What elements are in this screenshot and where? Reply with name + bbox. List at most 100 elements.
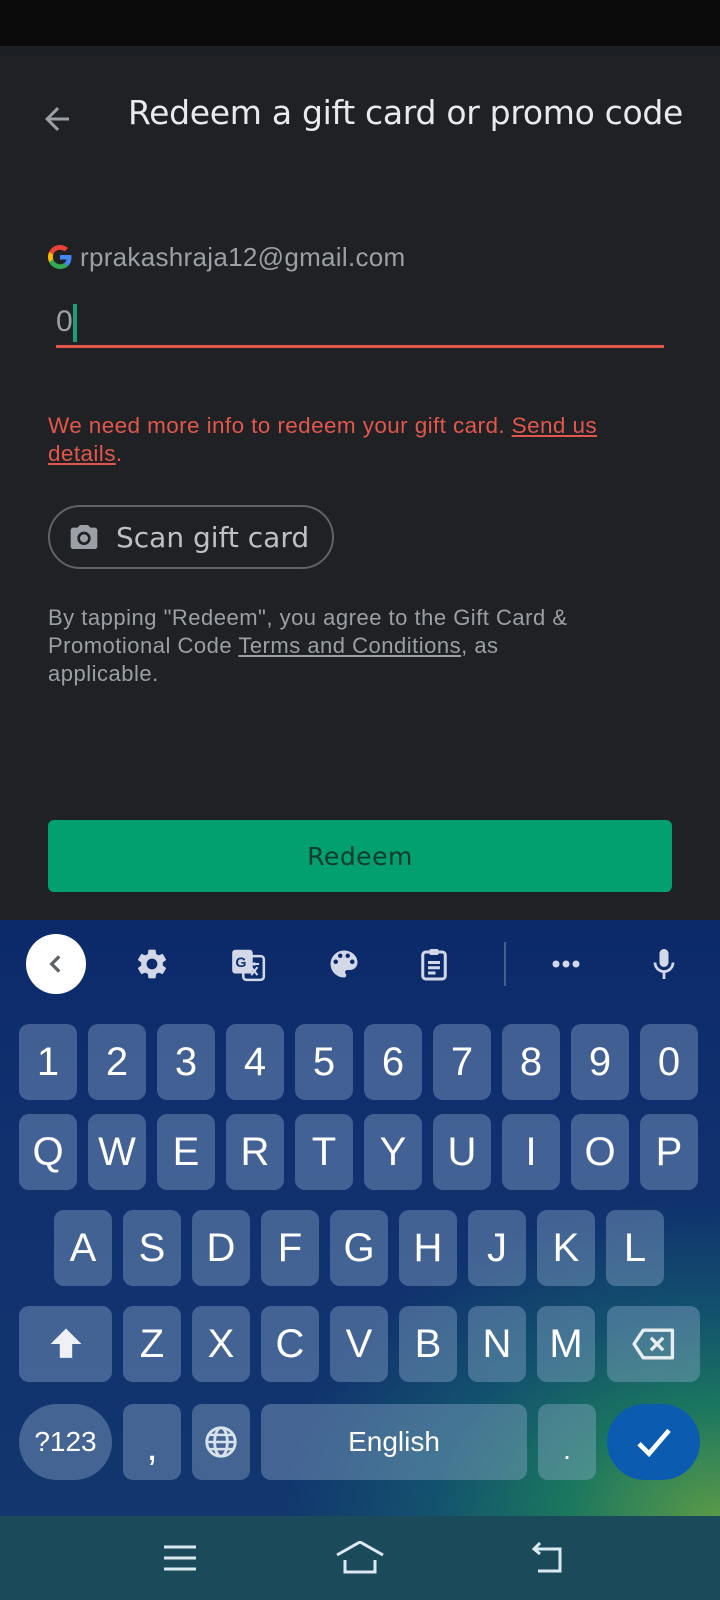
key-4-label: 4	[243, 1039, 267, 1084]
terms-and-conditions-link[interactable]: Terms and Conditions	[238, 633, 461, 658]
backspace-icon	[631, 1328, 674, 1360]
back-button[interactable]	[30, 92, 84, 146]
key-j-label: J	[487, 1225, 507, 1270]
key-8[interactable]: 8	[502, 1024, 560, 1100]
key-q[interactable]: Q	[19, 1114, 77, 1190]
key-x-label: X	[207, 1321, 235, 1366]
key-n-label: N	[482, 1321, 512, 1366]
key-7[interactable]: 7	[433, 1024, 491, 1100]
key-o[interactable]: O	[571, 1114, 629, 1190]
key-w[interactable]: W	[88, 1114, 146, 1190]
google-g-icon	[48, 245, 72, 269]
period-key[interactable]: .	[538, 1404, 596, 1480]
key-3-label: 3	[174, 1039, 198, 1084]
key-u-label: U	[447, 1129, 477, 1174]
keyboard-translate-button[interactable]: G	[218, 934, 278, 994]
key-n[interactable]: N	[468, 1306, 526, 1382]
key-c[interactable]: C	[261, 1306, 319, 1382]
keyboard-settings-button[interactable]	[122, 934, 182, 994]
system-back-button[interactable]	[518, 1536, 578, 1580]
key-4[interactable]: 4	[226, 1024, 284, 1100]
home-icon	[336, 1541, 384, 1574]
key-y[interactable]: Y	[364, 1114, 422, 1190]
key-j[interactable]: J	[468, 1210, 526, 1286]
keyboard-collapse-button[interactable]	[26, 934, 86, 994]
app-top-strip	[0, 46, 720, 56]
recent-apps-button[interactable]	[150, 1536, 210, 1580]
key-f-label: F	[277, 1225, 303, 1270]
key-0[interactable]: 0	[640, 1024, 698, 1100]
key-6[interactable]: 6	[364, 1024, 422, 1100]
space-key[interactable]: English	[261, 1404, 527, 1480]
shift-key[interactable]	[19, 1306, 112, 1382]
keyboard-more-button[interactable]	[536, 934, 596, 994]
key-k[interactable]: K	[537, 1210, 595, 1286]
scan-gift-card-button[interactable]: Scan gift card	[48, 505, 334, 569]
camera-icon	[70, 525, 98, 549]
settings-icon	[137, 949, 167, 979]
key-f[interactable]: F	[261, 1210, 319, 1286]
comma-key[interactable]: ,	[123, 1404, 181, 1480]
keyboard-clipboard-button[interactable]	[404, 934, 464, 994]
key-t[interactable]: T	[295, 1114, 353, 1190]
redeem-button[interactable]: Redeem	[48, 820, 672, 892]
terms-text: By tapping "Redeem", you agree to the Gi…	[48, 604, 608, 688]
key-b[interactable]: B	[399, 1306, 457, 1382]
key-h-label: H	[413, 1225, 443, 1270]
key-a[interactable]: A	[54, 1210, 112, 1286]
key-i[interactable]: I	[502, 1114, 560, 1190]
symbols-key-label: ?123	[34, 1426, 97, 1457]
key-u[interactable]: U	[433, 1114, 491, 1190]
account-email: rprakashraja12@gmail.com	[80, 241, 406, 272]
translate-icon: G	[232, 949, 266, 982]
svg-text:G: G	[235, 955, 246, 971]
key-x[interactable]: X	[192, 1306, 250, 1382]
shift-icon	[50, 1328, 81, 1358]
period-key-label: .	[563, 1434, 571, 1465]
key-1[interactable]: 1	[19, 1024, 77, 1100]
key-5-label: 5	[312, 1039, 336, 1084]
navigation-bar	[0, 1516, 720, 1600]
key-s[interactable]: S	[123, 1210, 181, 1286]
key-5[interactable]: 5	[295, 1024, 353, 1100]
key-r[interactable]: R	[226, 1114, 284, 1190]
symbols-key[interactable]: ?123	[19, 1404, 112, 1480]
key-g[interactable]: G	[330, 1210, 388, 1286]
key-q-label: Q	[32, 1129, 64, 1174]
keyboard-toolbar: G	[0, 920, 720, 1006]
back-icon	[531, 1542, 562, 1573]
error-suffix: .	[115, 441, 123, 466]
key-e-label: E	[172, 1129, 200, 1174]
key-v[interactable]: V	[330, 1306, 388, 1382]
text-caret	[73, 304, 77, 342]
key-z-label: Z	[139, 1321, 165, 1366]
backspace-key[interactable]	[607, 1306, 700, 1382]
scan-gift-card-label: Scan gift card	[116, 520, 310, 554]
key-h[interactable]: H	[399, 1210, 457, 1286]
on-screen-keyboard: G 1 2 3 4 5 6 7 8 9 0 Q W E R T Y U I O P A S D F G H J K L Z X C V B N M ?1…	[0, 920, 720, 1516]
code-input-field[interactable]	[56, 296, 664, 348]
key-3[interactable]: 3	[157, 1024, 215, 1100]
home-button[interactable]	[330, 1536, 390, 1580]
key-m[interactable]: M	[537, 1306, 595, 1382]
key-9[interactable]: 9	[571, 1024, 629, 1100]
key-t-label: T	[311, 1129, 337, 1174]
code-input[interactable]	[56, 300, 664, 344]
key-d[interactable]: D	[192, 1210, 250, 1286]
key-2-label: 2	[105, 1039, 129, 1084]
key-2[interactable]: 2	[88, 1024, 146, 1100]
keyboard-voice-button[interactable]	[634, 934, 694, 994]
key-r-label: R	[240, 1129, 270, 1174]
key-z[interactable]: Z	[123, 1306, 181, 1382]
comma-key-label: ,	[146, 1425, 158, 1469]
page-title: Redeem a gift card or promo code	[128, 93, 684, 132]
language-key[interactable]	[192, 1404, 250, 1480]
enter-key[interactable]	[607, 1404, 700, 1480]
key-e[interactable]: E	[157, 1114, 215, 1190]
key-d-label: D	[206, 1225, 236, 1270]
key-p[interactable]: P	[640, 1114, 698, 1190]
keyboard-theme-button[interactable]	[314, 934, 374, 994]
key-l[interactable]: L	[606, 1210, 664, 1286]
space-key-label: English	[348, 1426, 440, 1457]
key-v-label: V	[345, 1321, 373, 1366]
